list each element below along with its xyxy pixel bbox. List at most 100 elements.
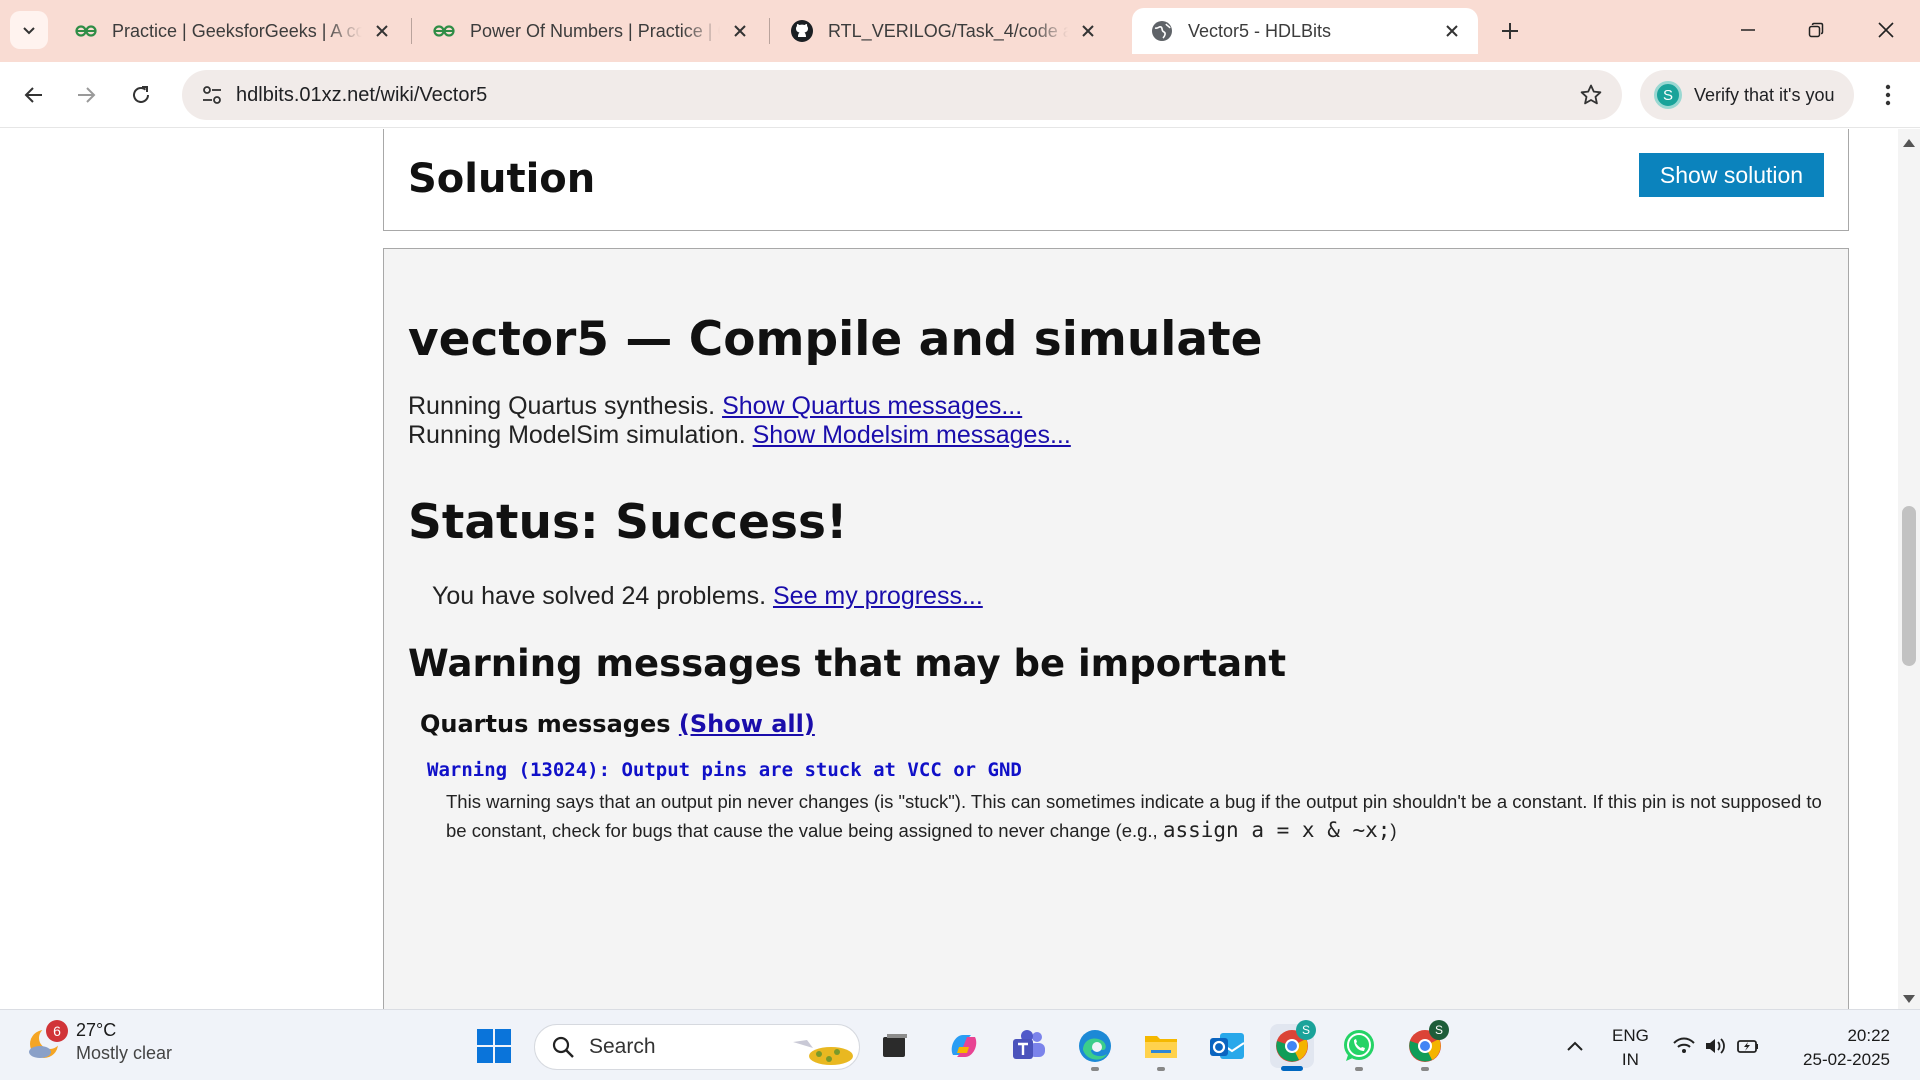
- browser-toolbar: hdlbits.01xz.net/wiki/Vector5 S Verify t…: [0, 62, 1920, 128]
- scroll-up-icon[interactable]: [1903, 139, 1915, 147]
- warning-message: Warning (13024): Output pins are stuck a…: [427, 759, 1022, 781]
- vertical-scrollbar[interactable]: [1898, 129, 1920, 1009]
- browser-menu-button[interactable]: [1868, 75, 1908, 115]
- solved-count-text: You have solved 24 problems.: [432, 582, 767, 610]
- windows-taskbar: 6 27°C Mostly clear Search S S ENG IN 20…: [0, 1009, 1920, 1080]
- arrow-right-icon: [78, 87, 96, 103]
- reload-button[interactable]: [121, 75, 161, 115]
- close-icon: [1878, 22, 1894, 38]
- verify-profile-button[interactable]: S Verify that it's you: [1640, 70, 1854, 120]
- warning-description-end: ): [1390, 820, 1397, 841]
- scrollbar-thumb[interactable]: [1902, 506, 1916, 666]
- running-indicator: [1421, 1067, 1429, 1071]
- weather-condition: Mostly clear: [76, 1043, 173, 1063]
- back-button[interactable]: [14, 75, 54, 115]
- profile-badge: S: [1429, 1020, 1449, 1040]
- avatar: S: [1654, 81, 1682, 109]
- weather-moon-icon: 6: [26, 1020, 68, 1062]
- system-clock[interactable]: 20:22 25-02-2025: [1794, 1024, 1890, 1072]
- show-all-link[interactable]: (Show all): [679, 710, 815, 738]
- bookmark-star-icon[interactable]: [1578, 82, 1604, 108]
- quartus-messages-label: Quartus messages: [420, 710, 671, 738]
- tab-title: Vector5 - HDLBits: [1188, 20, 1332, 41]
- warning-description-text: This warning says that an output pin nev…: [446, 791, 1822, 841]
- warning-code-example: assign a = x & ~x;: [1162, 818, 1391, 842]
- show-modelsim-messages-link[interactable]: Show Modelsim messages...: [753, 421, 1071, 449]
- tab-power-of-numbers[interactable]: Power Of Numbers | Practice | GeeksforGe…: [414, 8, 766, 54]
- scroll-down-icon[interactable]: [1903, 995, 1915, 1003]
- close-icon[interactable]: [370, 19, 394, 43]
- show-solution-button[interactable]: Show solution: [1639, 153, 1824, 197]
- close-icon[interactable]: [1440, 19, 1464, 43]
- modelsim-status-line: Running ModelSim simulation. Show Models…: [408, 421, 1071, 450]
- start-button[interactable]: [472, 1024, 516, 1068]
- chrome-taskbar-icon-active[interactable]: S: [1270, 1020, 1316, 1068]
- region-code: IN: [1621, 1050, 1639, 1069]
- close-window-button[interactable]: [1856, 8, 1916, 52]
- modelsim-status-text: Running ModelSim simulation.: [408, 421, 746, 449]
- taskbar-search[interactable]: Search: [534, 1024, 860, 1070]
- running-indicator: [1157, 1067, 1165, 1071]
- see-progress-link[interactable]: See my progress...: [773, 582, 983, 610]
- tab-title: Power Of Numbers | Practice | GeeksforGe…: [470, 20, 720, 41]
- tab-separator: [411, 18, 412, 44]
- weather-badge: 6: [46, 1020, 68, 1042]
- tab-geeksforgeeks-practice[interactable]: Practice | GeeksforGeeks | A computer sc…: [56, 8, 408, 54]
- close-icon[interactable]: [1076, 19, 1100, 43]
- site-info-icon[interactable]: [194, 77, 230, 113]
- tab-separator: [769, 18, 770, 44]
- github-icon: [790, 19, 814, 43]
- minimize-button[interactable]: [1718, 8, 1778, 52]
- windows-logo-icon: [477, 1029, 511, 1063]
- tab-search-button[interactable]: [10, 11, 48, 49]
- edge-icon[interactable]: [1073, 1024, 1117, 1068]
- tab-title: Practice | GeeksforGeeks | A computer sc…: [112, 20, 362, 41]
- warning-messages-heading: Warning messages that may be important: [408, 642, 1287, 685]
- minimize-icon: [1741, 29, 1755, 31]
- tab-vector5-hdlbits[interactable]: Vector5 - HDLBits: [1132, 8, 1478, 54]
- search-highlight-icon: [793, 1040, 853, 1065]
- clock-time: 20:22: [1847, 1026, 1890, 1045]
- verify-label: Verify that it's you: [1694, 84, 1835, 105]
- tab-strip: Practice | GeeksforGeeks | A computer sc…: [0, 0, 1920, 62]
- new-tab-button[interactable]: [1492, 13, 1528, 49]
- battery-charging-icon: [1737, 1040, 1758, 1053]
- plus-icon: [1502, 23, 1518, 39]
- running-indicator: [1091, 1067, 1099, 1071]
- quartus-status-line: Running Quartus synthesis. Show Quartus …: [408, 392, 1022, 421]
- copilot-icon[interactable]: [942, 1024, 986, 1068]
- weather-widget[interactable]: 6 27°C Mostly clear: [26, 1020, 172, 1064]
- input-language-indicator[interactable]: ENG IN: [1612, 1024, 1649, 1072]
- volume-icon: [1706, 1038, 1725, 1054]
- teams-icon[interactable]: [1007, 1024, 1051, 1068]
- url-text[interactable]: hdlbits.01xz.net/wiki/Vector5: [236, 84, 487, 107]
- globe-icon: [1150, 19, 1174, 43]
- show-hidden-icons-button[interactable]: [1553, 1024, 1597, 1068]
- address-bar[interactable]: hdlbits.01xz.net/wiki/Vector5: [182, 70, 1622, 120]
- page-viewport: Solution Show solution vector5 — Compile…: [0, 129, 1898, 1009]
- task-view-icon[interactable]: [873, 1024, 917, 1068]
- weather-temperature: 27°C: [76, 1020, 117, 1040]
- solved-count-line: You have solved 24 problems. See my prog…: [432, 582, 983, 611]
- solution-section: Solution Show solution: [383, 129, 1849, 231]
- compile-result-section: vector5 — Compile and simulate Running Q…: [383, 248, 1849, 1009]
- file-explorer-icon[interactable]: [1139, 1024, 1183, 1068]
- forward-button[interactable]: [66, 75, 106, 115]
- tab-title: RTL_VERILOG/Task_4/code at main: [828, 20, 1068, 41]
- solution-heading: Solution: [408, 156, 596, 202]
- search-icon: [552, 1036, 574, 1058]
- system-tray-quick-settings[interactable]: [1666, 1024, 1766, 1068]
- wifi-icon: [1673, 1037, 1695, 1053]
- close-icon[interactable]: [728, 19, 752, 43]
- chrome-profile-icon[interactable]: S: [1403, 1020, 1449, 1068]
- language-code: ENG: [1612, 1026, 1649, 1045]
- show-quartus-messages-link[interactable]: Show Quartus messages...: [722, 392, 1022, 420]
- tab-github-rtl-verilog[interactable]: RTL_VERILOG/Task_4/code at main: [772, 8, 1114, 54]
- geeksforgeeks-icon: [432, 19, 456, 43]
- restore-button[interactable]: [1786, 8, 1846, 52]
- outlook-icon[interactable]: [1205, 1024, 1249, 1068]
- whatsapp-icon[interactable]: [1337, 1024, 1381, 1068]
- result-title: vector5 — Compile and simulate: [408, 312, 1263, 367]
- active-indicator: [1281, 1066, 1303, 1071]
- quartus-messages-heading: Quartus messages (Show all): [420, 710, 815, 738]
